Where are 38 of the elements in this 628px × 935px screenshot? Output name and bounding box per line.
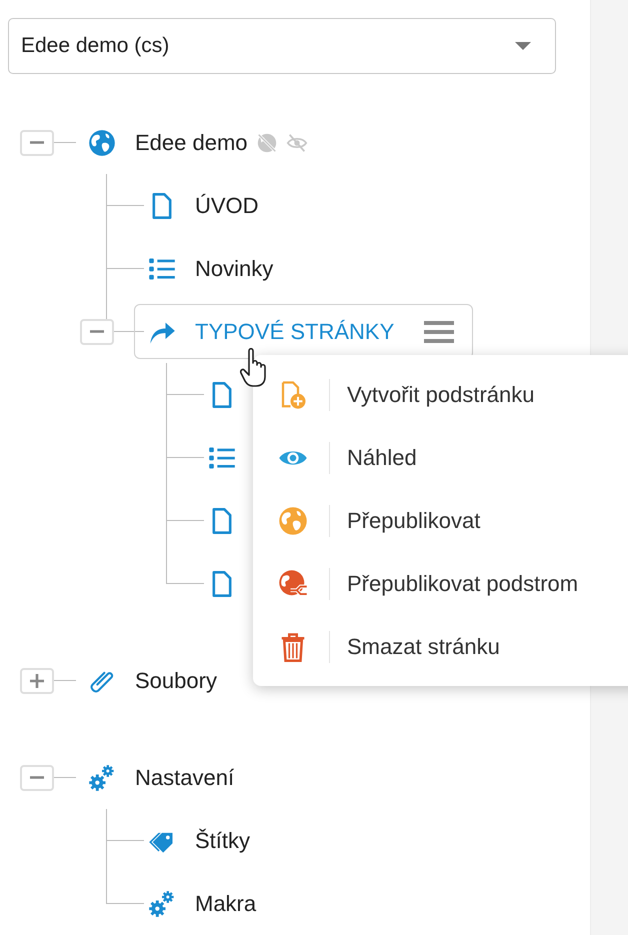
menu-item[interactable]: Náhled xyxy=(253,426,628,489)
eye-off-icon xyxy=(286,132,308,154)
node-label: Makra xyxy=(195,890,256,916)
node-label: Nastavení xyxy=(135,764,234,790)
node-label: Novinky xyxy=(195,256,274,282)
tree-node[interactable]: ÚVOD xyxy=(134,178,278,233)
tree-node[interactable]: Nastavení xyxy=(74,750,254,805)
globe-share-icon xyxy=(278,568,308,598)
plus-icon xyxy=(30,674,44,688)
tree-node[interactable]: Makra xyxy=(134,876,276,931)
gears-icon xyxy=(88,764,116,792)
minus-icon xyxy=(30,776,44,779)
minus-icon xyxy=(30,141,44,144)
globe-icon xyxy=(278,506,308,536)
menu-item[interactable]: Smazat stránku xyxy=(253,615,628,678)
minus-icon xyxy=(90,330,104,333)
site-dropdown[interactable]: Edee demo (cs) xyxy=(8,18,556,74)
menu-item[interactable]: Přepublikovat xyxy=(253,489,628,552)
node-label: Edee demo xyxy=(135,130,248,156)
tree-node[interactable]: Edee demo xyxy=(74,115,327,170)
tree-node[interactable]: Soubory xyxy=(74,653,236,708)
globe-icon xyxy=(88,128,116,156)
collapse-button[interactable] xyxy=(20,764,54,790)
node-label: TYPOVÉ STRÁNKY xyxy=(195,318,394,344)
collapse-button[interactable] xyxy=(80,318,114,344)
expand-button[interactable] xyxy=(20,668,54,694)
collapse-button[interactable] xyxy=(20,130,54,156)
node-label: Štítky xyxy=(195,828,250,854)
node-label: ÚVOD xyxy=(195,192,259,218)
tree-node[interactable]: Novinky xyxy=(134,241,292,296)
globe-off-icon xyxy=(256,132,278,154)
node-label: Soubory xyxy=(135,668,217,694)
menu-item[interactable]: Přepublikovat podstrom xyxy=(253,552,628,615)
caret-icon xyxy=(515,42,531,50)
gears-icon xyxy=(148,890,176,918)
menu-icon[interactable] xyxy=(424,320,454,344)
tree-node[interactable]: Štítky xyxy=(134,813,270,868)
menu-item[interactable]: Vytvořit podstránku xyxy=(253,363,628,426)
